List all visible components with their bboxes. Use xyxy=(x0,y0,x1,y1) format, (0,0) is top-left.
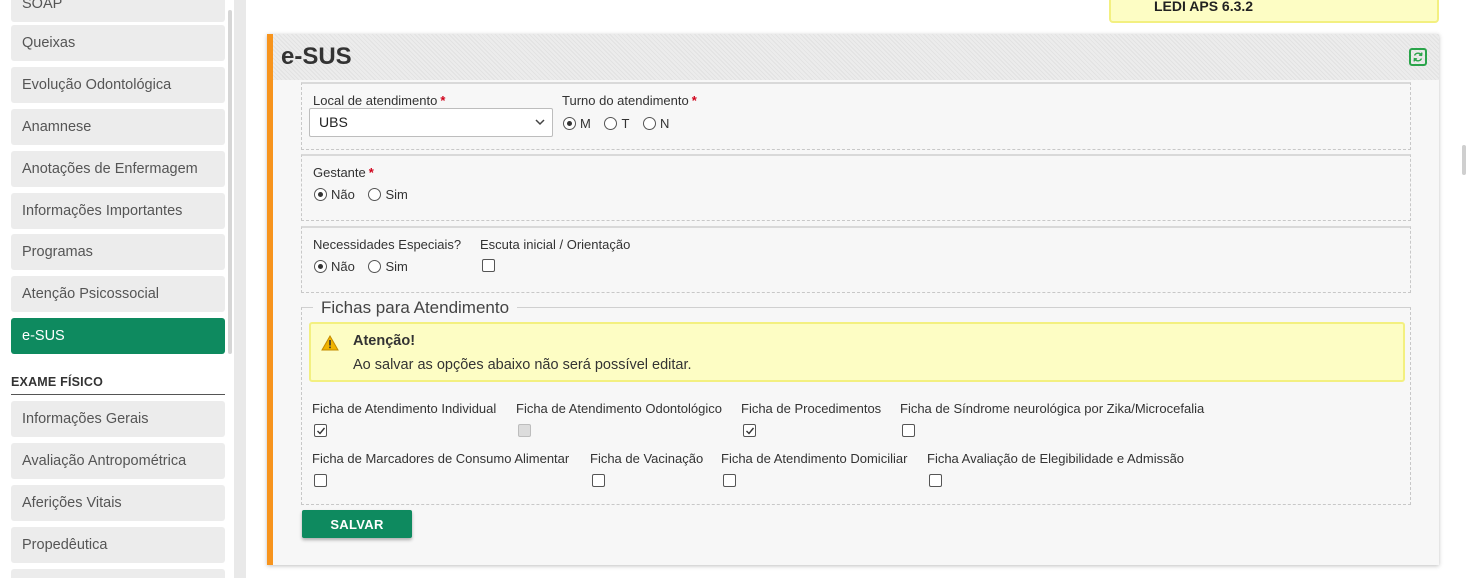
turno-option-n-label: N xyxy=(660,116,670,131)
main-content: LEDI APS 6.3.2 e-SUS Local de atendiment… xyxy=(246,0,1472,578)
escuta-inicial-checkbox[interactable] xyxy=(482,259,495,272)
ficha-procedimentos-label: Ficha de Procedimentos xyxy=(741,401,882,416)
sidebar-item-informacoes-gerais[interactable]: Informações Gerais xyxy=(11,401,225,437)
ficha-vacinacao-checkbox[interactable] xyxy=(592,474,605,487)
sidebar: SOAP Queixas Evolução Odontológica Anamn… xyxy=(0,0,234,578)
sidebar-item-soap[interactable]: SOAP xyxy=(11,0,225,22)
ficha-vacinacao-label: Ficha de Vacinação xyxy=(590,451,704,466)
necessidades-option-sim-label: Sim xyxy=(385,259,408,274)
checkmark-icon xyxy=(746,427,755,435)
gestante-option-sim[interactable]: Sim xyxy=(368,187,408,202)
turno-option-m[interactable]: M xyxy=(563,116,591,131)
panel-title: e-SUS xyxy=(281,43,352,70)
esus-panel: e-SUS Local de atendimento * UBS Turno do… xyxy=(267,34,1439,565)
page-scrollbar[interactable] xyxy=(1462,145,1466,175)
ficha-atendimento-individual-checkbox[interactable] xyxy=(314,424,327,437)
ficha-marcadores-consumo-label: Ficha de Marcadores de Consumo Alimentar xyxy=(312,451,570,466)
radio-checked-icon[interactable] xyxy=(563,117,576,130)
sidebar-item-afericoes-vitais[interactable]: Aferições Vitais xyxy=(11,485,225,521)
turno-option-t-label: T xyxy=(621,116,630,131)
sidebar-item-anotacoes-enfermagem[interactable]: Anotações de Enfermagem xyxy=(11,151,225,187)
turno-option-n[interactable]: N xyxy=(643,116,669,131)
radio-icon[interactable] xyxy=(643,117,657,130)
radio-icon[interactable] xyxy=(368,260,382,273)
radio-checked-icon[interactable] xyxy=(314,260,327,273)
necessidades-label: Necessidades Especiais? xyxy=(313,237,462,252)
ficha-sindrome-zika-checkbox[interactable] xyxy=(902,424,915,437)
chevron-down-icon xyxy=(535,119,545,126)
layout-gap xyxy=(234,0,246,578)
ficha-sindrome-zika-label: Ficha de Síndrome neurológica por Zika/M… xyxy=(900,401,1205,416)
sidebar-item-propedeutica[interactable]: Propedêutica xyxy=(11,527,225,563)
gestante-option-sim-label: Sim xyxy=(385,187,408,202)
gestante-option-nao-label: Não xyxy=(331,187,355,202)
necessidades-option-sim[interactable]: Sim xyxy=(368,259,408,274)
sidebar-item-evolucao-odontologica[interactable]: Evolução Odontológica xyxy=(11,67,225,103)
sidebar-item-informacoes-importantes[interactable]: Informações Importantes xyxy=(11,193,225,229)
sidebar-item-avaliacao-antropometrica[interactable]: Avaliação Antropométrica xyxy=(11,443,225,479)
alert-text: Ao salvar as opções abaixo não será poss… xyxy=(353,357,692,373)
radio-icon[interactable] xyxy=(604,117,618,130)
necessidades-option-nao-label: Não xyxy=(331,259,355,274)
ficha-marcadores-consumo-checkbox[interactable] xyxy=(314,474,327,487)
fieldset-necessidades: Necessidades Especiais? Não Sim Escuta i… xyxy=(301,226,1411,293)
save-button[interactable]: SALVAR xyxy=(302,510,412,538)
ficha-atendimento-odontologico-label: Ficha de Atendimento Odontológico xyxy=(516,401,722,416)
turno-radio-group: M T N xyxy=(563,116,679,133)
sidebar-item-next[interactable] xyxy=(11,569,225,578)
refresh-icon[interactable] xyxy=(1409,48,1427,66)
ficha-procedimentos-checkbox[interactable] xyxy=(743,424,756,437)
local-atendimento-select[interactable]: UBS xyxy=(309,108,553,137)
warning-alert: Atenção! Ao salvar as opções abaixo não … xyxy=(309,322,1405,382)
panel-header: e-SUS xyxy=(273,34,1439,80)
gestante-label: Gestante * xyxy=(313,165,374,180)
ficha-avaliacao-elegibilidade-label: Ficha Avaliação de Elegibilidade e Admis… xyxy=(927,451,1185,466)
necessidades-option-nao[interactable]: Não xyxy=(314,259,355,274)
sidebar-item-atencao-psicossocial[interactable]: Atenção Psicossocial xyxy=(11,276,225,312)
gestante-radio-group: Não Sim xyxy=(314,187,418,204)
local-atendimento-value: UBS xyxy=(319,114,348,130)
fieldset-gestante: Gestante * Não Sim xyxy=(301,154,1411,221)
sidebar-item-queixas[interactable]: Queixas xyxy=(11,25,225,61)
ficha-avaliacao-elegibilidade-checkbox[interactable] xyxy=(929,474,942,487)
ficha-atendimento-odontologico-checkbox xyxy=(518,424,531,437)
sidebar-item-programas[interactable]: Programas xyxy=(11,234,225,270)
section-header-exame-fisico: EXAME FÍSICO xyxy=(11,375,225,395)
ficha-atendimento-individual-label: Ficha de Atendimento Individual xyxy=(312,401,497,416)
radio-checked-icon[interactable] xyxy=(314,188,327,201)
local-atendimento-label: Local de atendimento * xyxy=(313,93,446,108)
sidebar-item-anamnese[interactable]: Anamnese xyxy=(11,109,225,145)
warning-icon xyxy=(321,335,339,351)
sidebar-item-esus[interactable]: e-SUS xyxy=(11,318,225,354)
fichas-legend: Fichas para Atendimento xyxy=(313,298,518,318)
sidebar-scrollbar[interactable] xyxy=(228,10,232,354)
ficha-atendimento-domiciliar-checkbox[interactable] xyxy=(723,474,736,487)
ficha-atendimento-domiciliar-label: Ficha de Atendimento Domiciliar xyxy=(721,451,908,466)
necessidades-radio-group: Não Sim xyxy=(314,259,418,276)
fieldset-local-turno: Local de atendimento * UBS Turno do atend… xyxy=(301,82,1411,150)
radio-icon[interactable] xyxy=(368,188,382,201)
turno-atendimento-label: Turno do atendimento * xyxy=(562,93,697,108)
escuta-inicial-label: Escuta inicial / Orientação xyxy=(480,237,631,252)
turno-option-t[interactable]: T xyxy=(604,116,629,131)
version-label: LEDI APS 6.3.2 xyxy=(1109,0,1439,23)
gestante-option-nao[interactable]: Não xyxy=(314,187,355,202)
checkmark-icon xyxy=(317,427,326,435)
turno-option-m-label: M xyxy=(580,116,591,131)
alert-title: Atenção! xyxy=(353,333,416,349)
